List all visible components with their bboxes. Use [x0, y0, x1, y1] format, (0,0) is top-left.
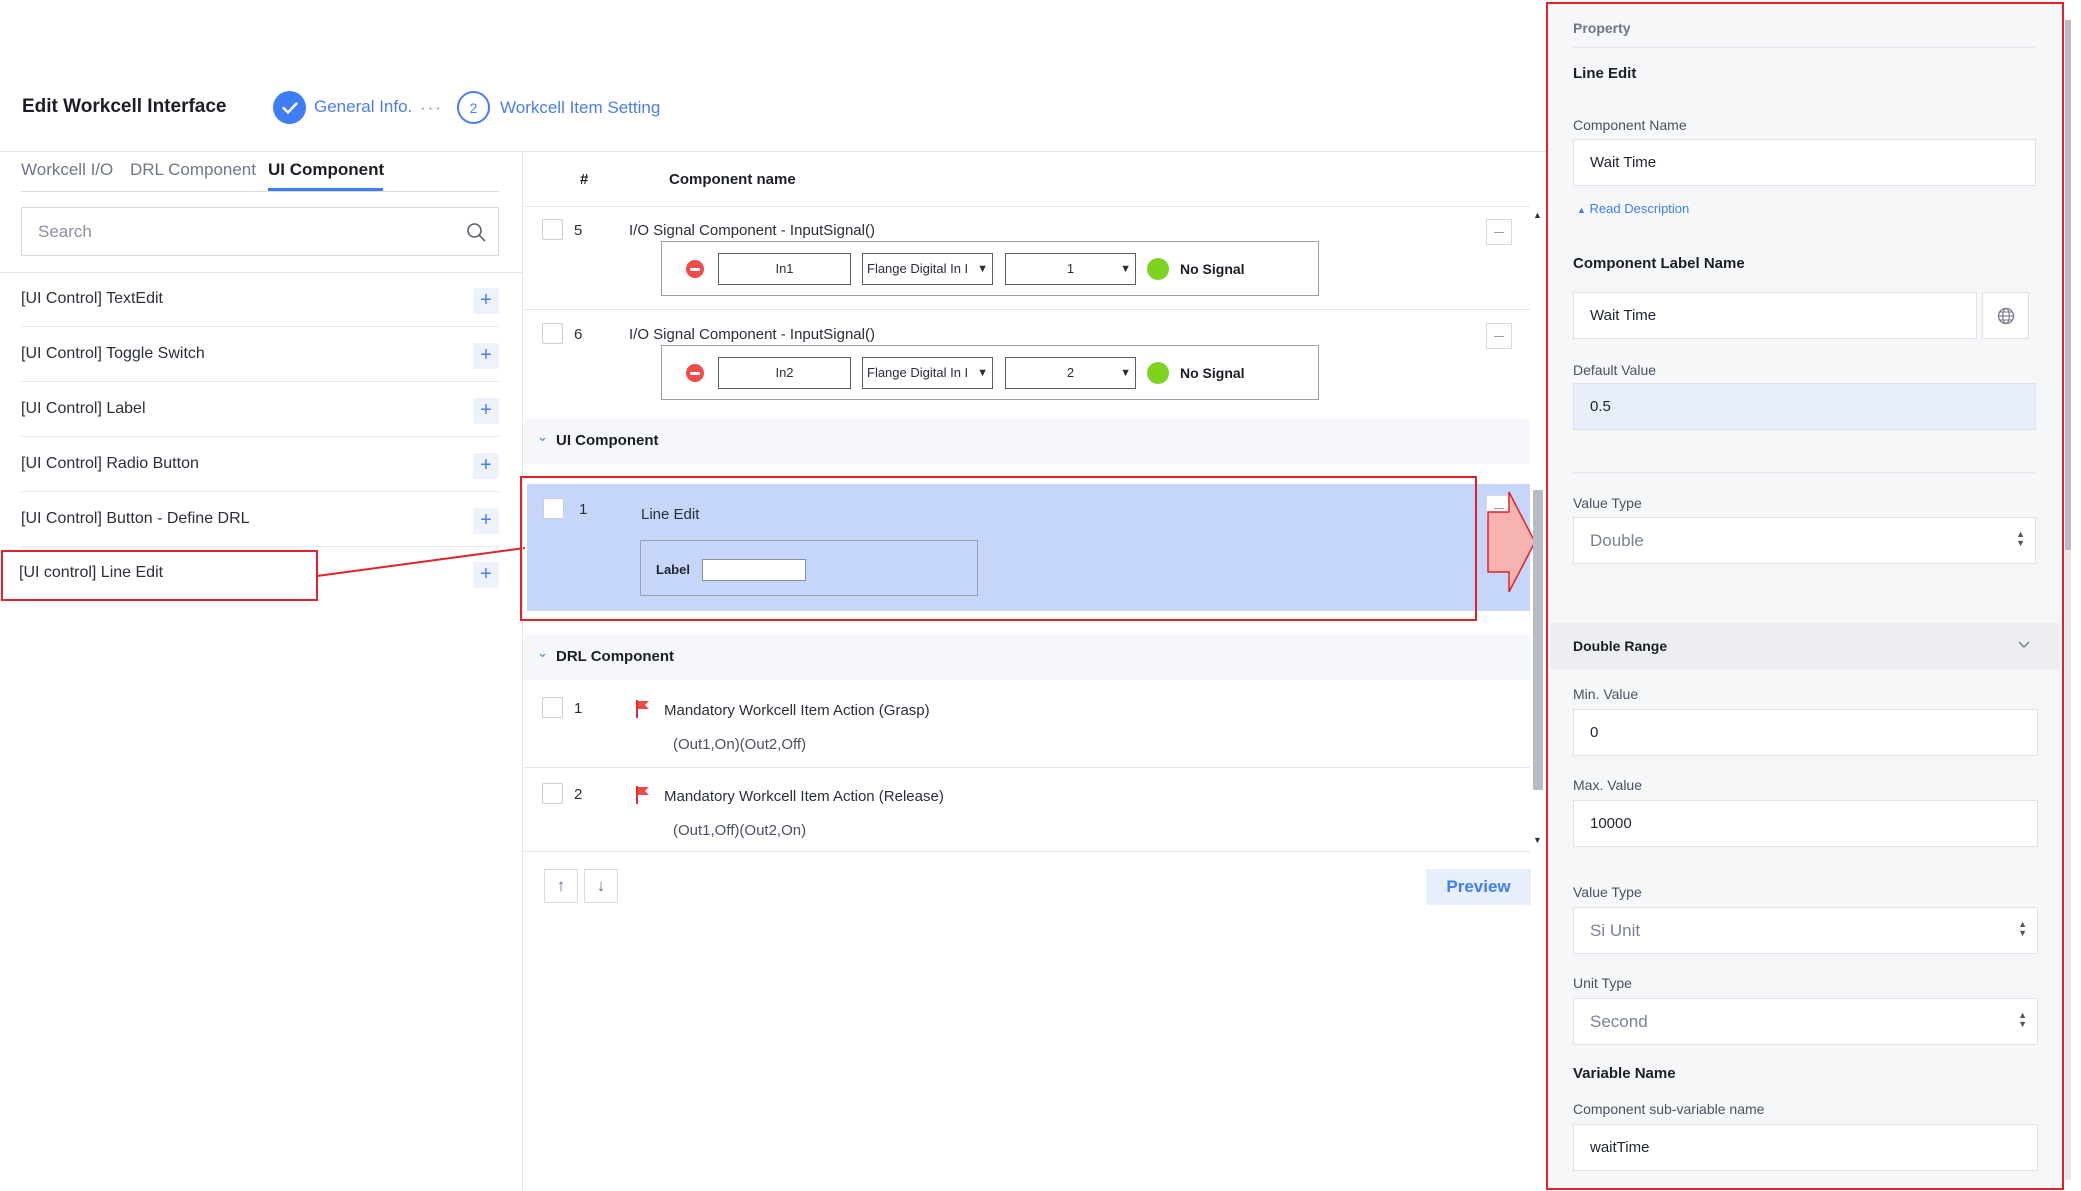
chevron-down-icon: ⌄ — [537, 429, 548, 444]
page-title: Edit Workcell Interface — [22, 96, 227, 117]
list-item-label: [UI Control] Button - Define DRL — [21, 510, 250, 527]
signal-status-text: No Signal — [1180, 261, 1245, 277]
row-title: Mandatory Workcell Item Action (Release) — [664, 788, 944, 805]
panel-divider — [522, 151, 523, 1191]
table-bottom-divider — [524, 851, 1530, 852]
step-2-label[interactable]: Workcell Item Setting — [500, 98, 660, 118]
signal-input-field[interactable]: In1 — [718, 253, 851, 285]
signal-status-icon — [1147, 362, 1169, 384]
list-item-label: [UI Control] Toggle Switch — [21, 345, 205, 362]
row-number: 6 — [574, 326, 583, 343]
list-item-label: [UI Control] TextEdit — [21, 290, 163, 307]
table-head-divider — [524, 206, 1530, 207]
list-item[interactable]: [UI Control] Label + — [21, 383, 499, 437]
select-value: 1 — [1066, 261, 1075, 276]
highlight-line-edit-source — [1, 550, 318, 601]
list-item-label: [UI Control] Label — [21, 400, 146, 417]
signal-component-box: In2 Flange Digital In I ▼ 2 ▼ No Signal — [661, 345, 1319, 400]
tabs-divider — [21, 191, 499, 192]
signal-status-icon — [1147, 258, 1169, 280]
signal-type-select[interactable]: Flange Digital In I ▼ — [862, 357, 993, 389]
flag-icon — [636, 786, 649, 804]
row-collapse-button[interactable] — [1486, 219, 1512, 245]
header-divider — [0, 151, 1546, 152]
highlight-property-panel — [1546, 2, 2064, 1190]
signal-status-text: No Signal — [1180, 365, 1245, 381]
step-separator: ··· — [420, 98, 443, 117]
row-title: I/O Signal Component - InputSignal() — [629, 222, 875, 239]
row-checkbox[interactable] — [542, 219, 563, 240]
signal-index-select[interactable]: 1 ▼ — [1005, 253, 1136, 285]
chevron-down-icon: ▼ — [977, 263, 988, 275]
highlight-selected-row — [520, 476, 1477, 621]
row-number: 2 — [574, 786, 583, 803]
search-box — [21, 207, 499, 256]
select-value: 2 — [1066, 365, 1075, 380]
row-collapse-button[interactable] — [1486, 323, 1512, 349]
list-item-label: [UI Control] Radio Button — [21, 455, 199, 472]
tab-workcell-io[interactable]: Workcell I/O — [21, 160, 113, 180]
row-checkbox[interactable] — [542, 783, 563, 804]
scroll-up-icon[interactable]: ▲ — [1533, 210, 1542, 220]
remove-icon[interactable] — [686, 364, 704, 382]
list-item[interactable]: [UI Control] TextEdit + — [21, 273, 499, 327]
select-value: Flange Digital In I — [867, 365, 969, 380]
list-item[interactable]: [UI Control] Radio Button + — [21, 438, 499, 492]
signal-type-select[interactable]: Flange Digital In I ▼ — [862, 253, 993, 285]
row-title: Mandatory Workcell Item Action (Grasp) — [664, 702, 930, 719]
row-divider — [524, 767, 1530, 768]
list-item[interactable]: [UI Control] Button - Define DRL + — [21, 493, 499, 547]
column-component-name: Component name — [669, 171, 796, 188]
list-item[interactable]: [UI Control] Toggle Switch + — [21, 328, 499, 382]
row-title: I/O Signal Component - InputSignal() — [629, 326, 875, 343]
chevron-down-icon: ▼ — [1120, 367, 1131, 379]
connector-line — [316, 547, 526, 577]
row-checkbox[interactable] — [542, 697, 563, 718]
panel-scrollbar-thumb[interactable] — [2065, 20, 2071, 550]
step-1-check-icon[interactable] — [273, 91, 306, 124]
step-2-number[interactable]: 2 — [457, 91, 490, 124]
select-value: Flange Digital In I — [867, 261, 969, 276]
arrow-right-icon — [1487, 491, 1536, 593]
add-button[interactable]: + — [473, 453, 499, 479]
add-button[interactable]: + — [473, 343, 499, 369]
row-subtitle: (Out1,Off)(Out2,On) — [673, 822, 807, 839]
table-scrollbar-thumb[interactable] — [1533, 490, 1543, 790]
move-up-button[interactable]: ↑ — [544, 869, 578, 903]
tab-ui-component[interactable]: UI Component — [268, 160, 384, 180]
chevron-down-icon: ⌄ — [537, 645, 548, 660]
row-checkbox[interactable] — [542, 323, 563, 344]
search-icon[interactable] — [466, 222, 486, 242]
section-title: DRL Component — [556, 648, 675, 665]
drl-component-section-header[interactable]: ⌄ DRL Component — [524, 634, 1530, 680]
signal-component-box: In1 Flange Digital In I ▼ 1 ▼ No Signal — [661, 241, 1319, 296]
move-down-button[interactable]: ↓ — [584, 869, 618, 903]
row-number: 1 — [574, 700, 583, 717]
signal-index-select[interactable]: 2 ▼ — [1005, 357, 1136, 389]
column-index: # — [580, 171, 589, 188]
row-divider — [524, 309, 1530, 310]
row-number: 5 — [574, 222, 583, 239]
add-button[interactable]: + — [473, 288, 499, 314]
add-button[interactable]: + — [473, 508, 499, 534]
chevron-down-icon: ▼ — [977, 367, 988, 379]
search-input[interactable] — [22, 208, 442, 255]
scroll-down-icon[interactable]: ▼ — [1533, 835, 1542, 845]
step-1-label[interactable]: General Info. — [314, 97, 412, 117]
section-title: UI Component — [556, 432, 659, 449]
chevron-down-icon: ▼ — [1120, 263, 1131, 275]
remove-icon[interactable] — [686, 260, 704, 278]
ui-component-section-header[interactable]: ⌄ UI Component — [524, 418, 1530, 464]
preview-button[interactable]: Preview — [1426, 869, 1531, 905]
tab-drl-component[interactable]: DRL Component — [130, 160, 256, 180]
add-button[interactable]: + — [473, 398, 499, 424]
signal-input-field[interactable]: In2 — [718, 357, 851, 389]
row-subtitle: (Out1,On)(Out2,Off) — [673, 736, 807, 753]
flag-icon — [636, 700, 649, 718]
